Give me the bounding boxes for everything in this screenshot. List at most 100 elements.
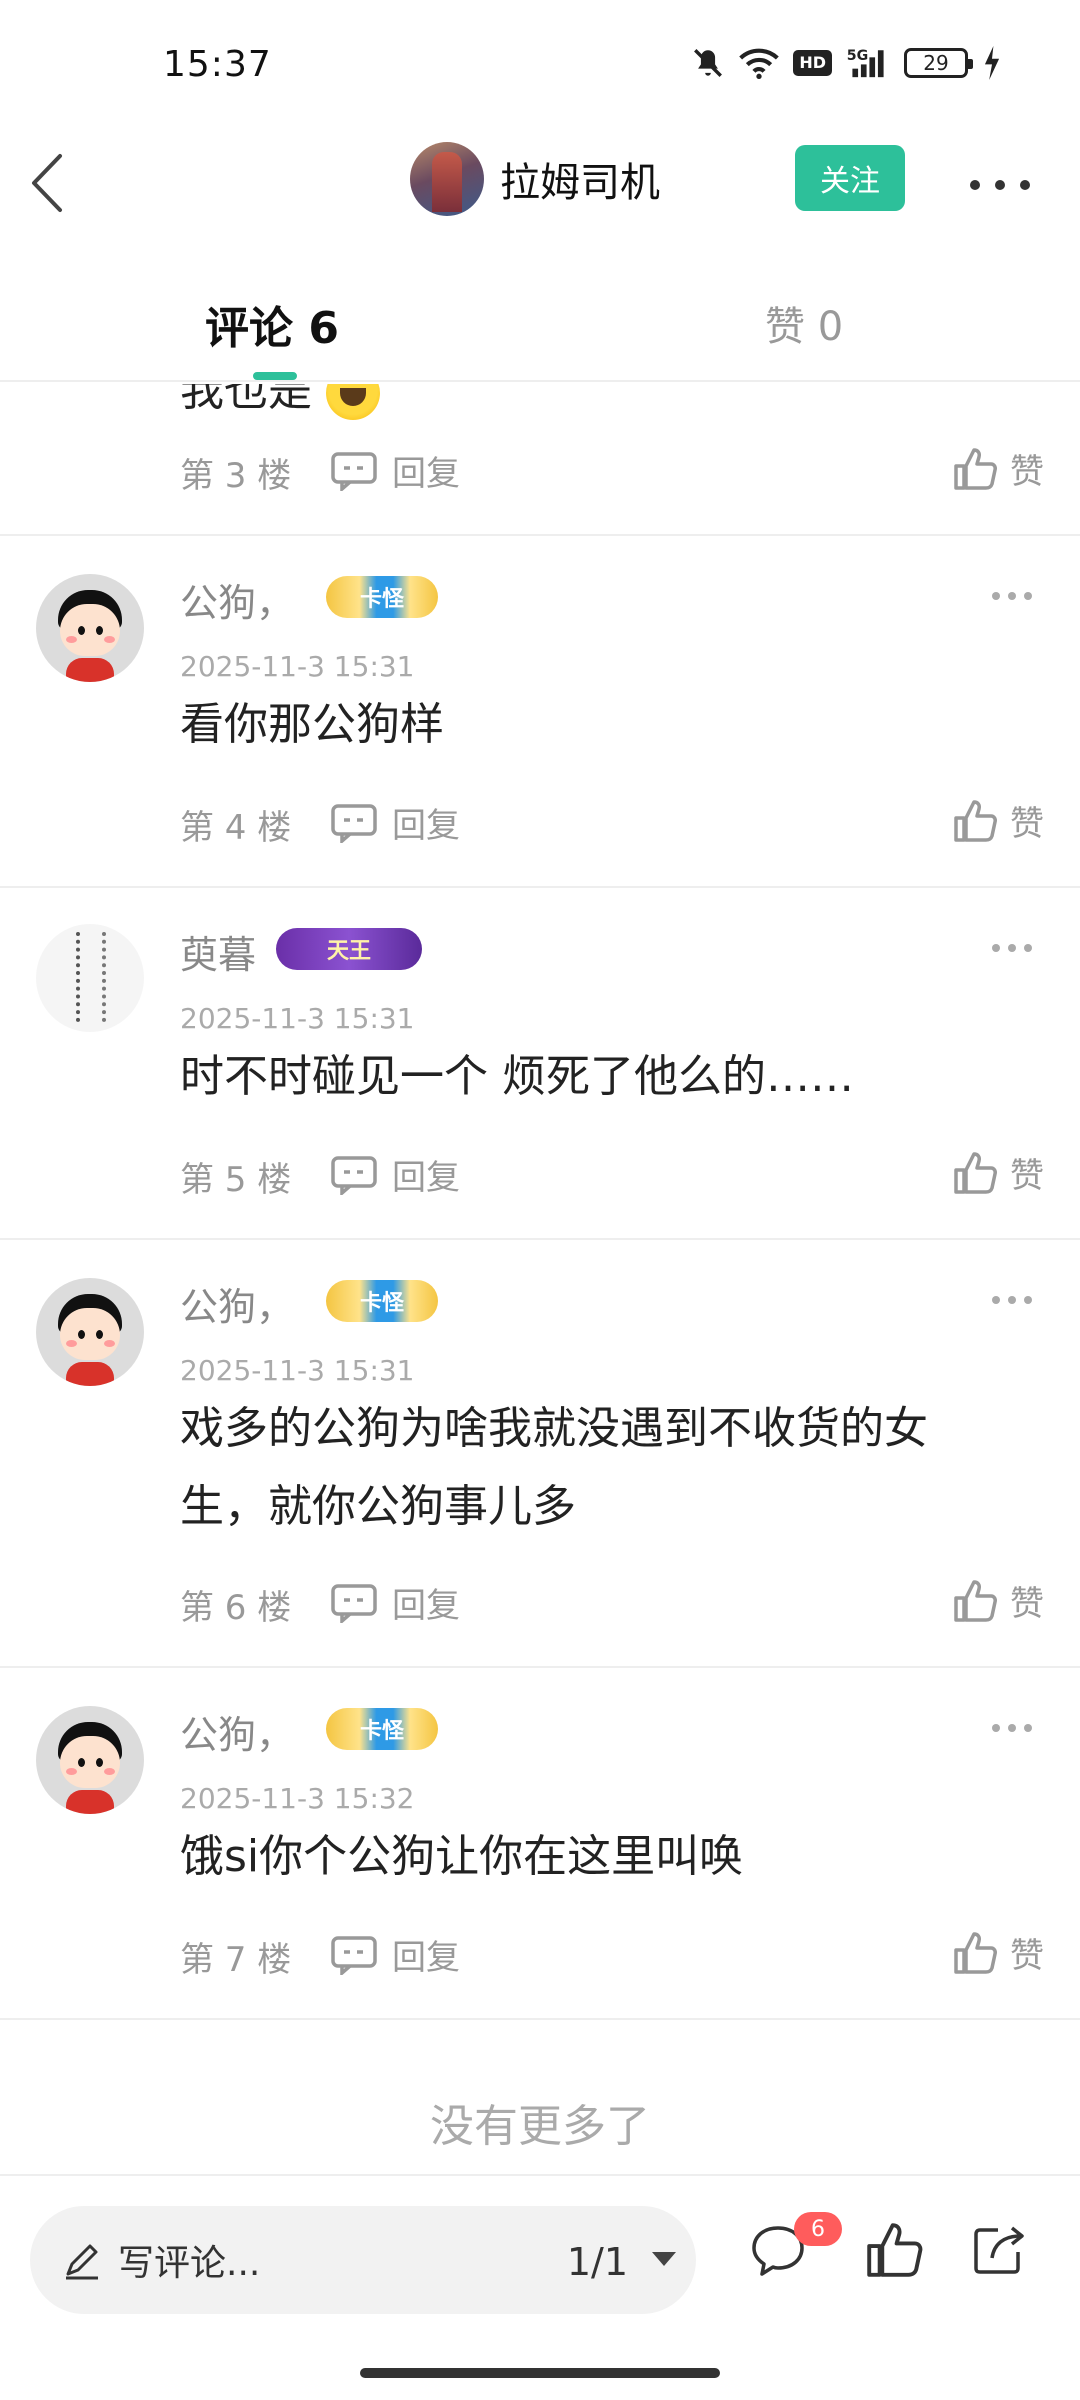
wifi-icon <box>739 48 780 79</box>
author-info[interactable]: 拉姆司机 <box>410 142 660 216</box>
mute-icon <box>694 49 723 77</box>
dot-icon <box>970 180 980 190</box>
charging-icon <box>984 46 1000 80</box>
reply-label: 回复 <box>392 1586 460 1626</box>
reply-button[interactable]: 回复 <box>330 1930 460 1979</box>
thumbs-up-icon <box>954 1931 997 1974</box>
user-badge: 天王 <box>276 928 422 970</box>
comment-row: 我也是 第 3 楼 回复 赞 <box>0 384 1080 536</box>
like-label: 赞 <box>1010 804 1044 844</box>
floor-label: 第 7 楼 <box>180 1940 292 1980</box>
like-label: 赞 <box>1010 1584 1044 1624</box>
reply-icon <box>331 803 377 843</box>
battery-icon: 29 <box>904 48 973 78</box>
tab-likes[interactable]: 赞 0 <box>765 294 843 352</box>
user-badge: 卡怪 <box>326 1708 438 1750</box>
hd-icon: HD <box>793 50 832 76</box>
write-comment-input[interactable]: 写评论... 1/1 <box>30 2206 696 2314</box>
like-button[interactable]: 赞 <box>952 796 1044 845</box>
floor-label: 第 3 楼 <box>180 456 292 496</box>
comment-text: 我也是 <box>180 384 380 420</box>
reply-button[interactable]: 回复 <box>330 1150 460 1199</box>
comment-time: 2025-11-3 15:31 <box>180 1354 415 1387</box>
user-name[interactable]: 公狗， <box>180 1704 294 1759</box>
comment-text: 时不时碰见一个 烦死了他么的…… <box>180 1051 854 1102</box>
page-dropdown-caret-icon[interactable] <box>652 2252 676 2266</box>
reply-label: 回复 <box>392 454 460 494</box>
comment-row: 公狗， 卡怪 2025-11-3 15:32 饿si你个公狗让你在这里叫唤 第 … <box>0 1668 1080 2020</box>
comment-text: 饿si你个公狗让你在这里叫唤 <box>180 1831 744 1882</box>
status-time: 15:37 <box>163 44 272 85</box>
battery-level: 29 <box>923 51 949 75</box>
comment-time: 2025-11-3 15:32 <box>180 1782 415 1815</box>
comment-more-button[interactable] <box>992 942 1032 954</box>
svg-text:5G: 5G <box>847 48 868 64</box>
comment-row: 萸暮 天王 2025-11-3 15:31 时不时碰见一个 烦死了他么的…… 第… <box>0 888 1080 1240</box>
like-label: 赞 <box>1010 452 1044 492</box>
reply-label: 回复 <box>392 806 460 846</box>
comment-text: 戏多的公狗为啥我就没遇到不收货的女生，就你公狗事儿多 <box>180 1403 928 1532</box>
thumbs-up-icon <box>954 447 997 490</box>
floor-label: 第 4 楼 <box>180 808 292 848</box>
comment-time: 2025-11-3 15:31 <box>180 650 415 683</box>
emoji-icon <box>326 384 380 420</box>
tab-comments[interactable]: 评论 6 <box>205 292 339 356</box>
floor-label: 第 6 楼 <box>180 1588 292 1628</box>
user-avatar[interactable] <box>36 1278 144 1386</box>
reply-icon <box>331 1155 377 1195</box>
share-icon[interactable] <box>970 2220 1028 2278</box>
comment-more-button[interactable] <box>992 1722 1032 1734</box>
author-name[interactable]: 拉姆司机 <box>500 150 660 208</box>
user-name[interactable]: 公狗， <box>180 572 294 627</box>
post-header: 拉姆司机 关注 <box>0 130 1080 245</box>
tab-bar: 评论 6 赞 0 <box>0 270 1080 382</box>
user-name[interactable]: 萸暮 <box>180 924 256 979</box>
thumbs-up-icon <box>954 1579 997 1622</box>
comment-text: 看你那公狗样 <box>180 699 444 750</box>
user-avatar[interactable] <box>36 574 144 682</box>
write-comment-placeholder: 写评论... <box>118 2243 261 2284</box>
back-arrow-icon <box>32 154 62 212</box>
like-button[interactable]: 赞 <box>952 444 1044 493</box>
reply-icon <box>331 451 377 491</box>
like-label: 赞 <box>1010 1156 1044 1196</box>
reply-button[interactable]: 回复 <box>330 1578 460 1627</box>
user-name[interactable]: 公狗， <box>180 1276 294 1331</box>
like-label: 赞 <box>1010 1936 1044 1976</box>
reply-icon <box>331 1583 377 1623</box>
user-avatar[interactable] <box>36 1706 144 1814</box>
reply-label: 回复 <box>392 1158 460 1198</box>
like-button[interactable]: 赞 <box>952 1928 1044 1977</box>
more-options-button[interactable] <box>970 170 1030 200</box>
pen-icon <box>66 2244 98 2280</box>
dot-icon <box>995 180 1005 190</box>
bottom-bar: 写评论... 1/1 6 <box>0 2174 1080 2400</box>
comment-list[interactable]: 我也是 第 3 楼 回复 赞 公狗， 卡怪 2025-11-3 15:31 看你… <box>0 384 1080 2174</box>
reply-button[interactable]: 回复 <box>330 446 460 495</box>
user-badge: 卡怪 <box>326 1280 438 1322</box>
like-button[interactable]: 赞 <box>952 1148 1044 1197</box>
comment-time: 2025-11-3 15:31 <box>180 1002 415 1035</box>
thumbs-up-icon <box>954 1151 997 1194</box>
dot-icon <box>1020 180 1030 190</box>
author-avatar[interactable] <box>410 142 484 216</box>
home-indicator[interactable] <box>360 2368 720 2378</box>
signal-5g-icon: 5G <box>847 48 884 78</box>
page-indicator[interactable]: 1/1 <box>567 2240 628 2284</box>
reply-button[interactable]: 回复 <box>330 798 460 847</box>
comment-row: 公狗， 卡怪 2025-11-3 15:31 戏多的公狗为啥我就没遇到不收货的女… <box>0 1240 1080 1668</box>
comment-more-button[interactable] <box>992 590 1032 602</box>
thumbs-up-icon <box>954 799 997 842</box>
like-button[interactable]: 赞 <box>952 1576 1044 1625</box>
follow-button[interactable]: 关注 <box>795 145 905 211</box>
user-avatar[interactable] <box>36 924 144 1032</box>
comment-count-badge: 6 <box>794 2212 842 2246</box>
status-icons: HD 5G 29 <box>691 46 1002 80</box>
back-button[interactable] <box>28 148 78 228</box>
reply-label: 回复 <box>392 1938 460 1978</box>
no-more-label: 没有更多了 <box>430 2101 650 2152</box>
comment-row: 公狗， 卡怪 2025-11-3 15:31 看你那公狗样 第 4 楼 回复 赞 <box>0 536 1080 888</box>
floor-label: 第 5 楼 <box>180 1160 292 1200</box>
comment-more-button[interactable] <box>992 1294 1032 1306</box>
thumbs-up-icon[interactable] <box>864 2220 924 2280</box>
